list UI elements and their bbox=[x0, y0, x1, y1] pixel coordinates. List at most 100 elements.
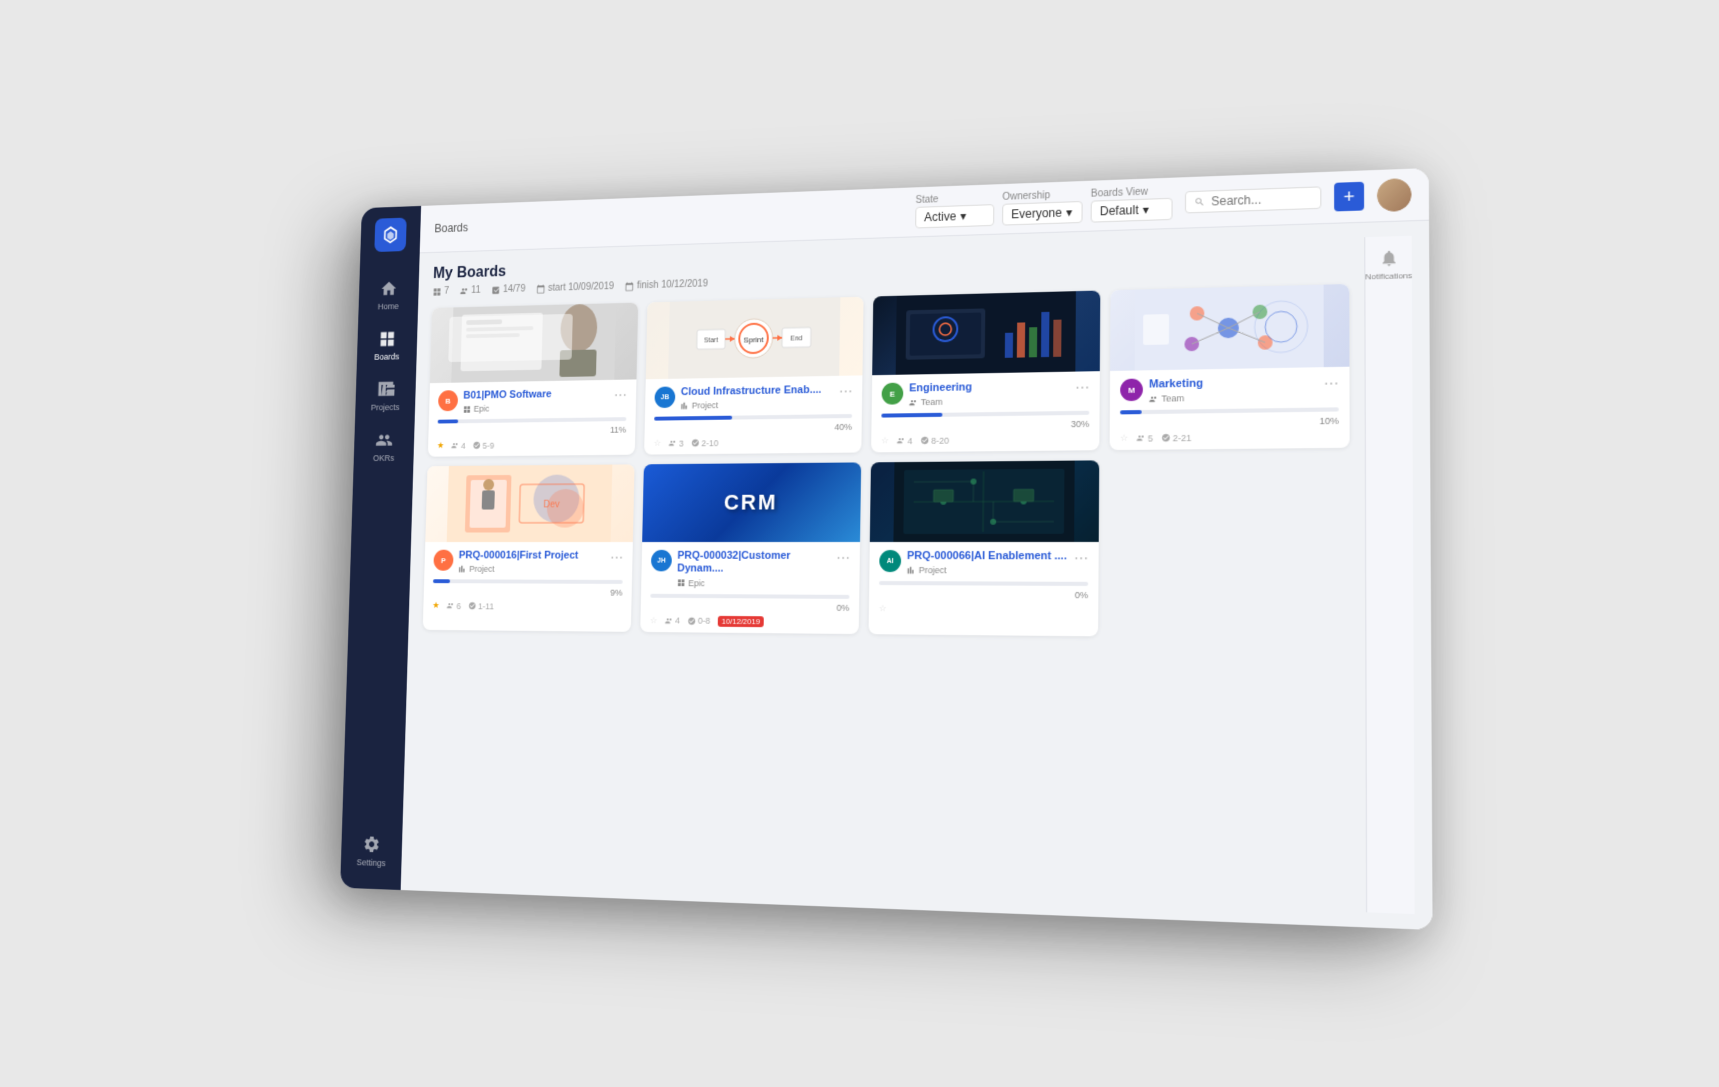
member-count-5: 6 bbox=[446, 601, 461, 611]
board-card-2[interactable]: Sprint Start End bbox=[644, 296, 863, 454]
board-card-image-3 bbox=[872, 290, 1100, 375]
board-card-image-5: Dev bbox=[425, 464, 634, 542]
due-date-badge-6: 10/12/2019 bbox=[717, 615, 763, 626]
board-card-7[interactable]: AI PRQ-000066|AI Enablement .... Project bbox=[868, 460, 1099, 635]
board-card-4[interactable]: M Marketing Team ⋯ bbox=[1109, 283, 1349, 449]
boards-grid: B B01|PMO Software Epic bbox=[422, 283, 1349, 637]
board-card-1[interactable]: B B01|PMO Software Epic bbox=[427, 302, 637, 456]
board-card-footer-7: ☆ bbox=[878, 603, 1087, 616]
board-card-body-4: M Marketing Team ⋯ bbox=[1109, 366, 1349, 450]
notifications-icon[interactable]: Notifications bbox=[1364, 248, 1411, 281]
star-outline-2[interactable]: ☆ bbox=[653, 438, 661, 449]
progress-bar-fill-3 bbox=[881, 412, 942, 417]
app-logo[interactable] bbox=[374, 217, 406, 251]
board-card-header-1: B B01|PMO Software Epic bbox=[437, 387, 626, 414]
svg-text:Start: Start bbox=[704, 337, 718, 344]
board-card-type-5: Project bbox=[458, 564, 610, 574]
ownership-filter-label: Ownership bbox=[1002, 189, 1082, 203]
star-outline-7[interactable]: ☆ bbox=[878, 603, 886, 614]
board-card-info-4: Marketing Team bbox=[1148, 375, 1323, 404]
board-card-more-3[interactable]: ⋯ bbox=[1075, 379, 1089, 396]
board-card-more-7[interactable]: ⋯ bbox=[1073, 550, 1087, 567]
search-input[interactable] bbox=[1211, 190, 1312, 208]
progress-bar-bg-3 bbox=[881, 410, 1089, 417]
board-card-title-6: PRQ-000032|Customer Dynam.... bbox=[677, 550, 836, 576]
sidebar-item-okrs[interactable]: OKRs bbox=[353, 421, 414, 472]
search-box[interactable] bbox=[1184, 186, 1320, 213]
profile-avatar[interactable] bbox=[1376, 177, 1411, 211]
member-count-3: 4 bbox=[896, 435, 912, 445]
boards-view-filter-select[interactable]: Default ▾ bbox=[1090, 197, 1172, 222]
board-card-more-1[interactable]: ⋯ bbox=[613, 387, 626, 404]
star-outline-4[interactable]: ☆ bbox=[1119, 432, 1127, 443]
progress-label-7: 0% bbox=[878, 589, 1087, 600]
progress-label-2: 40% bbox=[653, 422, 851, 434]
board-card-3[interactable]: E Engineering Team bbox=[871, 290, 1100, 452]
ownership-filter-select[interactable]: Everyone ▾ bbox=[1002, 200, 1083, 225]
boards-count: 7 bbox=[432, 286, 449, 297]
sidebar-item-settings[interactable]: Settings bbox=[340, 824, 402, 878]
task-count-5: 1-11 bbox=[468, 601, 494, 611]
member-count-2: 3 bbox=[668, 438, 683, 448]
board-card-header-6: JH PRQ-000032|Customer Dynam.... Epic bbox=[650, 550, 850, 588]
member-count-1: 4 bbox=[451, 440, 466, 450]
boards-start: start 10/09/2019 bbox=[536, 281, 614, 294]
board-card-more-6[interactable]: ⋯ bbox=[836, 550, 850, 567]
board-card-body-7: AI PRQ-000066|AI Enablement .... Project bbox=[868, 542, 1098, 622]
board-card-type-7: Project bbox=[906, 565, 1073, 576]
state-filter-label: State bbox=[915, 192, 994, 206]
board-card-footer-4: ☆ 5 2-21 bbox=[1119, 430, 1338, 444]
task-count-1: 5-9 bbox=[472, 440, 494, 450]
search-icon bbox=[1194, 195, 1205, 207]
board-card-title-3: Engineering bbox=[909, 379, 1075, 395]
progress-bar-bg-7 bbox=[879, 581, 1088, 586]
breadcrumb: Boards bbox=[434, 220, 468, 234]
board-card-type-6: Epic bbox=[676, 577, 835, 588]
task-count-3: 8-20 bbox=[920, 435, 949, 445]
member-count-4: 5 bbox=[1136, 433, 1153, 443]
board-card-more-4[interactable]: ⋯ bbox=[1323, 375, 1338, 393]
board-card-title-5: PRQ-000016|First Project bbox=[458, 549, 610, 562]
board-card-avatar-6: JH bbox=[650, 550, 671, 572]
board-card-type-3: Team bbox=[908, 394, 1074, 407]
board-card-footer-5: ★ 6 1-11 bbox=[432, 600, 622, 612]
state-filter-wrapper: State Active ▾ bbox=[915, 192, 994, 228]
boards-view-filter-wrapper: Boards View Default ▾ bbox=[1090, 185, 1172, 222]
boards-area: My Boards 7 11 14/79 bbox=[415, 237, 1350, 911]
board-card-6[interactable]: JH PRQ-000032|Customer Dynam.... Epic bbox=[640, 462, 861, 633]
star-outline-3[interactable]: ☆ bbox=[880, 435, 888, 446]
board-card-more-5[interactable]: ⋯ bbox=[610, 550, 623, 567]
board-card-avatar-5: P bbox=[433, 549, 453, 570]
star-icon-1[interactable]: ★ bbox=[436, 440, 443, 450]
sidebar-item-projects[interactable]: Projects bbox=[355, 370, 416, 422]
board-card-more-2[interactable]: ⋯ bbox=[838, 383, 852, 400]
progress-label-3: 30% bbox=[881, 419, 1089, 432]
content-area: My Boards 7 11 14/79 bbox=[400, 220, 1432, 929]
boards-view-filter-label: Boards View bbox=[1090, 185, 1172, 199]
star-icon-5[interactable]: ★ bbox=[432, 600, 440, 611]
sidebar-item-boards[interactable]: Boards bbox=[356, 319, 417, 371]
add-board-button[interactable]: + bbox=[1334, 181, 1364, 211]
board-card-footer-2: ☆ 3 2-10 bbox=[653, 435, 851, 448]
board-card-5[interactable]: Dev P bbox=[422, 464, 634, 631]
board-card-body-2: JB Cloud Infrastructure Enab.... Project bbox=[644, 375, 862, 454]
progress-label-1: 11% bbox=[437, 425, 626, 437]
board-card-title-1: B01|PMO Software bbox=[463, 387, 614, 402]
board-card-image-7 bbox=[869, 460, 1098, 542]
board-card-avatar-7: AI bbox=[879, 550, 901, 572]
boards-finish: finish 10/12/2019 bbox=[624, 278, 707, 291]
sidebar-item-home[interactable]: Home bbox=[358, 269, 419, 321]
board-card-info-5: PRQ-000016|First Project Project bbox=[458, 549, 610, 574]
board-card-avatar-4: M bbox=[1120, 378, 1143, 401]
star-outline-6[interactable]: ☆ bbox=[649, 614, 657, 625]
svg-text:End: End bbox=[790, 335, 802, 342]
notifications-panel: Notifications bbox=[1364, 235, 1414, 913]
board-card-title-2: Cloud Infrastructure Enab.... bbox=[680, 383, 838, 398]
boards-members: 11 bbox=[459, 285, 480, 296]
main-content: Boards State Active ▾ Ownership E bbox=[400, 167, 1432, 929]
progress-label-6: 0% bbox=[650, 601, 849, 612]
state-filter-select[interactable]: Active ▾ bbox=[915, 204, 994, 228]
board-card-info-7: PRQ-000066|AI Enablement .... Project bbox=[906, 550, 1073, 576]
member-count-6: 4 bbox=[664, 615, 679, 625]
board-card-title-7: PRQ-000066|AI Enablement .... bbox=[906, 550, 1073, 564]
